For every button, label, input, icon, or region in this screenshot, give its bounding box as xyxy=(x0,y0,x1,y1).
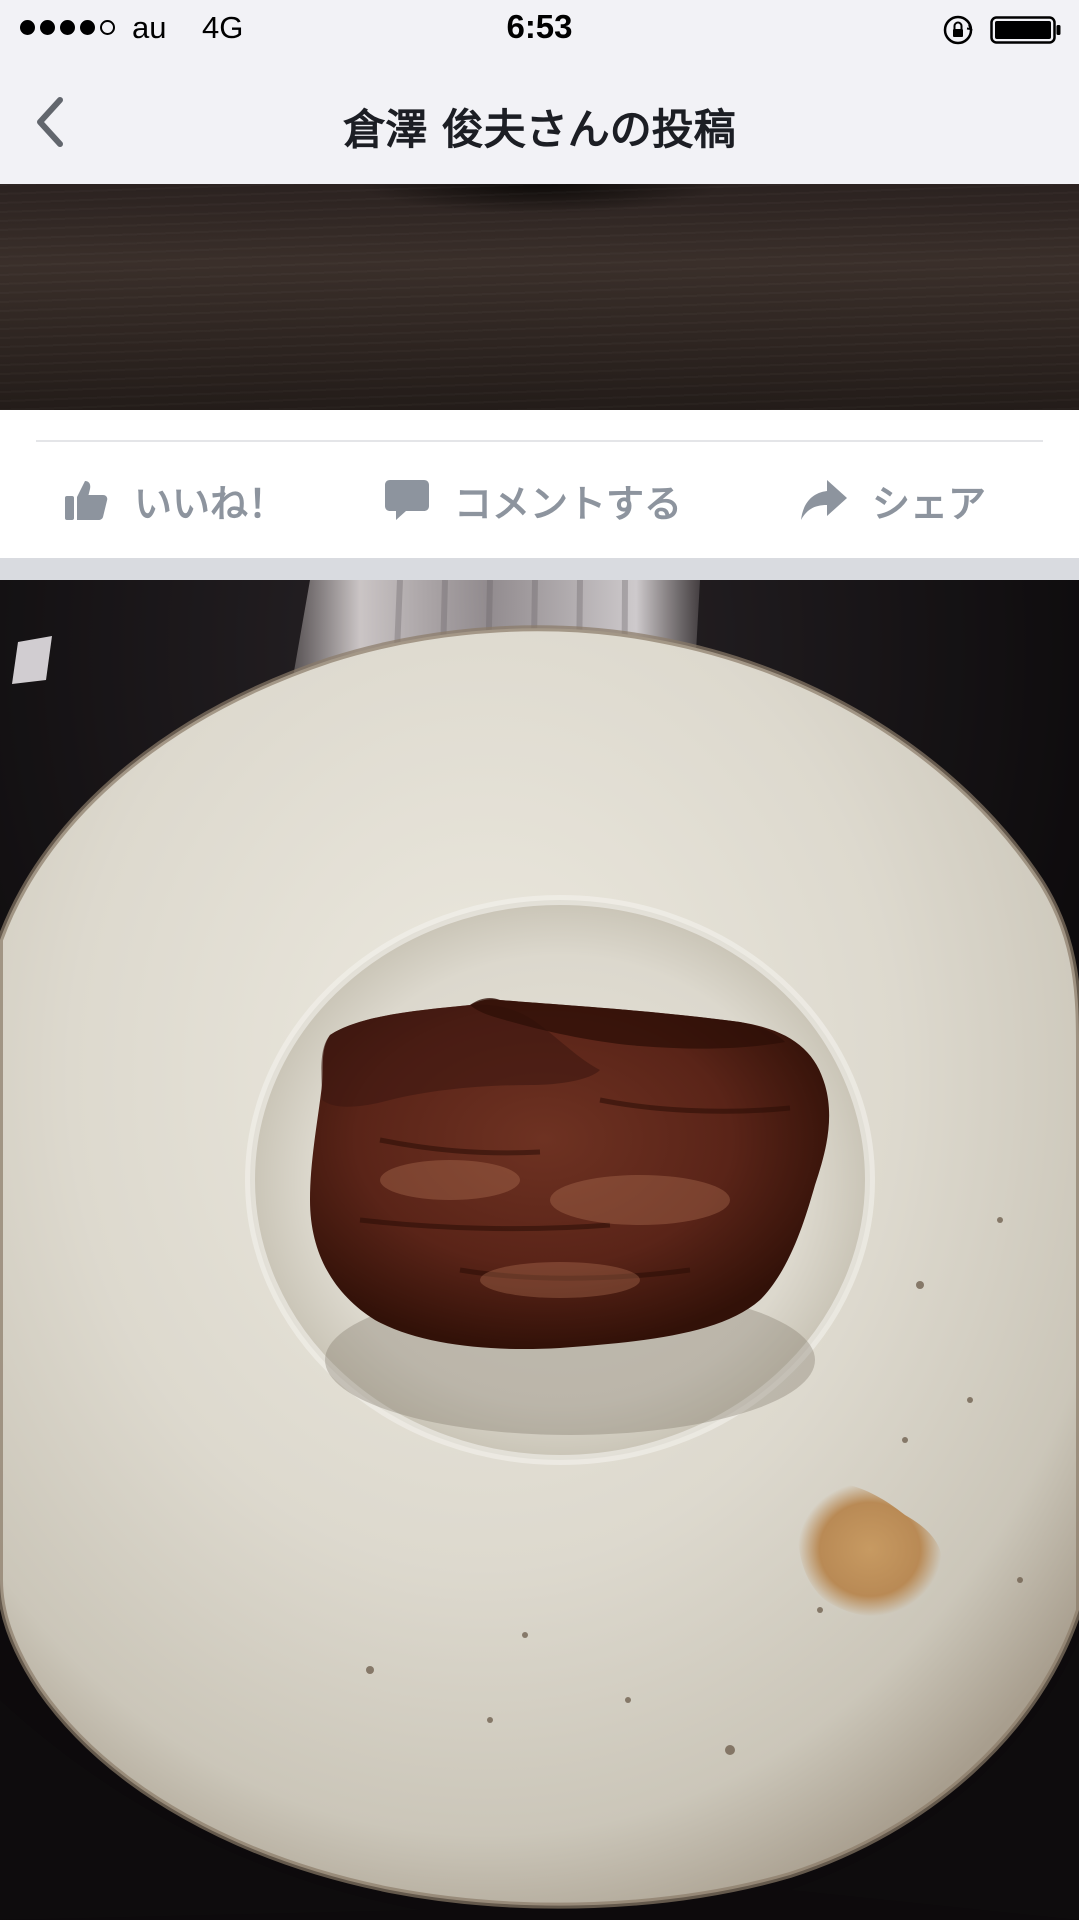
comment-button[interactable]: コメントする xyxy=(384,472,682,528)
battery-icon xyxy=(990,16,1061,44)
speech-bubble-icon xyxy=(385,480,429,520)
post-separator xyxy=(0,558,1079,580)
post-action-bar: いいね！ コメントする シェア xyxy=(0,410,1079,558)
rotation-lock-icon xyxy=(943,15,973,45)
share-arrow-icon xyxy=(801,480,847,520)
status-bar: au 4G 6:53 xyxy=(0,0,1079,60)
comment-label: コメントする xyxy=(454,481,683,526)
share-button[interactable]: シェア xyxy=(800,472,986,528)
navigation-bar: 倉澤 俊夫さんの投稿 xyxy=(0,60,1079,184)
divider xyxy=(36,440,1043,442)
status-time: 6:53 xyxy=(506,8,573,45)
post-photo-previous[interactable] xyxy=(0,184,1079,410)
food-photo xyxy=(0,580,1079,1920)
thumbs-up-icon xyxy=(65,481,108,520)
page-title: 倉澤 俊夫さんの投稿 xyxy=(343,105,736,154)
like-label: いいね！ xyxy=(134,481,287,526)
share-label: シェア xyxy=(872,481,987,526)
like-button[interactable]: いいね！ xyxy=(62,472,286,528)
post-photo[interactable] xyxy=(0,580,1079,1920)
